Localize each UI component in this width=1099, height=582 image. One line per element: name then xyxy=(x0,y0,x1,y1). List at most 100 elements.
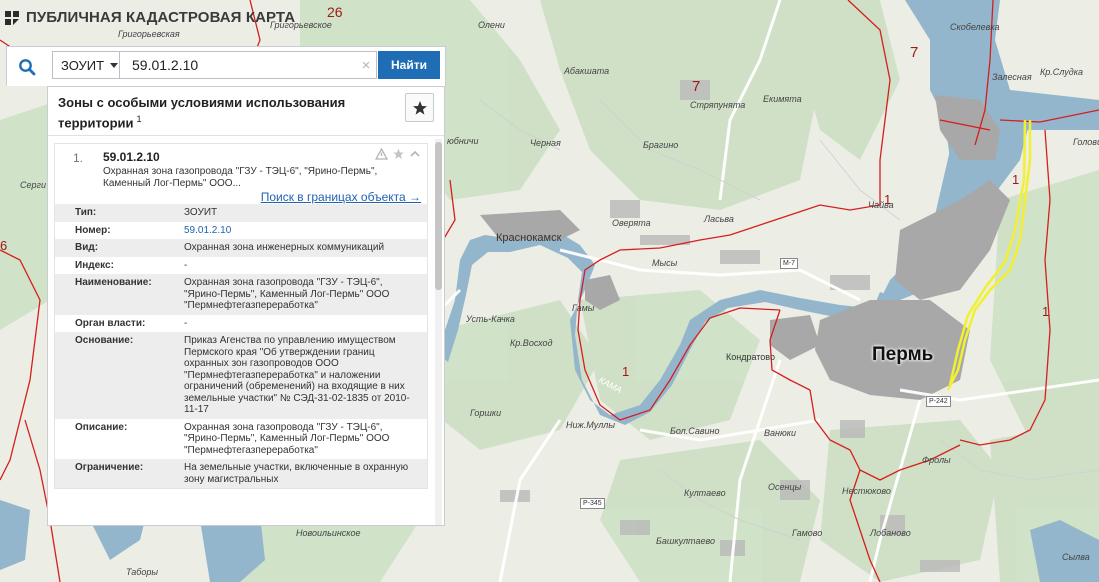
zone-number-7b: 7 xyxy=(910,44,919,61)
star-icon[interactable] xyxy=(392,148,405,160)
property-row: Ограничение: На земельные участки, включе… xyxy=(55,459,427,488)
map-label-gamovo: Гамово xyxy=(792,528,823,538)
app-title: ПУБЛИЧНАЯ КАДАСТРОВАЯ КАРТА xyxy=(26,9,296,26)
zone-number-6: 6 xyxy=(0,238,8,253)
clear-icon[interactable]: × xyxy=(356,57,376,74)
property-key: Индекс: xyxy=(75,259,114,271)
property-row: Орган власти: - xyxy=(55,315,427,333)
search-within-object-link[interactable]: Поиск в границах объекта → xyxy=(261,190,421,204)
scrollbar-thumb[interactable] xyxy=(435,142,442,290)
map-label-ekimyata: Екимята xyxy=(763,94,802,104)
map-label-perm: Пермь xyxy=(872,344,934,365)
map-label-stryapunyata: Стряпунята xyxy=(690,100,746,110)
zone-number-1d: 1 xyxy=(622,364,630,379)
zone-number-1b: 1 xyxy=(1012,172,1020,187)
search-field: ЗОУИТ × xyxy=(52,51,377,79)
property-row: Номер: 59.01.2.10 xyxy=(55,222,427,240)
results-list: 1. 59.01.2.10 Охранная зона газопровода … xyxy=(48,137,434,525)
property-key: Основание: xyxy=(55,332,178,419)
property-value: Приказ Агенства по управлению имуществом… xyxy=(178,332,427,419)
map-label-kr-sludka: Кр.Слудка xyxy=(1040,67,1084,77)
map-label-sergi: Серги xyxy=(20,180,46,190)
property-row: Основание: Приказ Агенства по управлению … xyxy=(55,332,427,419)
property-value-link[interactable]: 59.01.2.10 xyxy=(184,225,231,236)
result-actions xyxy=(375,148,421,160)
property-key: Описание: xyxy=(75,421,128,433)
rosreestr-logo-icon xyxy=(5,10,19,25)
property-key: Ограничение: xyxy=(55,459,178,488)
map-label-kultaevo: Култаево xyxy=(684,488,726,498)
property-row: Описание: Охранная зона газопровода "ГЗУ … xyxy=(55,419,427,460)
property-value: На земельные участки, включенные в охран… xyxy=(178,459,427,488)
map-label-skobelevka: Скобелевка xyxy=(950,22,1000,32)
map-label-nizh-mully: Ниж.Муллы xyxy=(566,420,615,430)
map-label-golovino: Голови xyxy=(1073,137,1099,147)
map-label-lasva: Ласьва xyxy=(704,214,734,224)
map-label-bol-savino: Бол.Савино xyxy=(670,426,720,436)
search-type-label: ЗОУИТ xyxy=(61,57,105,73)
map-label-gamy: Гамы xyxy=(572,303,595,313)
map-label-krasnokamsk: Краснокамск xyxy=(496,232,562,244)
map-label-ust-kachka: Усть-Качка xyxy=(466,314,515,324)
map-label-oleni: Олени xyxy=(478,20,505,30)
map-label-kr-voskhod: Кр.Восход xyxy=(510,338,553,348)
search-input[interactable] xyxy=(120,52,356,78)
favorite-button[interactable] xyxy=(405,93,434,122)
results-panel-header: Зоны с особыми условиями использования т… xyxy=(48,87,444,136)
result-item[interactable]: 1. 59.01.2.10 Охранная зона газопровода … xyxy=(54,143,428,489)
property-key: Вид: xyxy=(55,239,178,257)
search-bar: ЗОУИТ × Найти xyxy=(6,46,446,86)
map-label-mysy: Мысы xyxy=(652,258,678,268)
map-label-novoilinskoe: Новоильинское xyxy=(296,528,361,538)
map-label-sylva: Сылва xyxy=(1062,552,1090,562)
results-count: 1 xyxy=(136,114,142,124)
map-label-vanyuki: Ванюки xyxy=(764,428,796,438)
map-label-chernaya: Черная xyxy=(530,138,561,148)
map-label-bragino: Брагино xyxy=(643,140,679,150)
map-label-jubnichi: юбничи xyxy=(447,136,479,146)
road-shield-m7: М-7 xyxy=(780,258,799,269)
property-key: Номер: xyxy=(75,224,111,236)
chevron-down-icon xyxy=(110,63,119,68)
chevron-up-icon[interactable] xyxy=(409,148,421,160)
map-label-bashkultaevo: Башкултаево xyxy=(656,536,715,546)
map-label-osentsy: Осенцы xyxy=(768,482,802,492)
property-key: Наименование: xyxy=(55,274,178,315)
result-id[interactable]: 59.01.2.10 xyxy=(103,150,417,164)
property-row: Тип: ЗОУИТ xyxy=(55,204,427,222)
results-panel: Зоны с особыми условиями использования т… xyxy=(47,86,445,526)
search-icon[interactable] xyxy=(7,47,47,87)
warning-icon[interactable] xyxy=(375,148,388,160)
zone-number-26: 26 xyxy=(327,4,343,20)
map-label-lobanovo: Лобаново xyxy=(870,528,911,538)
map-label-froly: Фролы xyxy=(922,455,951,465)
zone-number-1a: 1 xyxy=(884,192,892,207)
property-value: ЗОУИТ xyxy=(178,204,427,222)
property-key: Орган власти: xyxy=(75,317,146,329)
map-label-abakshata: Абакшата xyxy=(564,66,610,76)
search-type-select[interactable]: ЗОУИТ xyxy=(53,52,120,78)
app-header: ПУБЛИЧНАЯ КАДАСТРОВАЯ КАРТА xyxy=(4,9,295,26)
property-row: Индекс: - xyxy=(55,257,427,275)
property-value: Охранная зона газопровода "ГЗУ - ТЭЦ-6",… xyxy=(178,274,427,315)
map-label-grigorievskaya: Григорьевская xyxy=(118,29,180,39)
map-label-tabory: Таборы xyxy=(126,567,159,577)
property-row: Наименование: Охранная зона газопровода "… xyxy=(55,274,427,315)
map-label-kondratovo: Кондратово xyxy=(726,352,775,362)
property-row: Вид: Охранная зона инженерных коммуникаци… xyxy=(55,239,427,257)
map-label-gorshki: Горшки xyxy=(470,408,502,418)
results-panel-title: Зоны с особыми условиями использования т… xyxy=(58,95,346,131)
result-index: 1. xyxy=(73,151,84,165)
result-description: Охранная зона газопровода "ГЗУ - ТЭЦ-6",… xyxy=(103,166,378,189)
map-label-zalesnaya: Залесная xyxy=(992,72,1032,82)
property-value: Охранная зона инженерных коммуникаций xyxy=(178,239,427,257)
road-shield-p242: Р-242 xyxy=(926,396,951,407)
map-label-oveyata: Оверята xyxy=(612,218,651,228)
property-value: - xyxy=(184,317,188,329)
zone-number-7a: 7 xyxy=(692,78,701,95)
property-value: Охранная зона газопровода "ГЗУ - ТЭЦ-6",… xyxy=(184,421,390,456)
property-key: Тип: xyxy=(55,204,178,222)
find-button[interactable]: Найти xyxy=(378,51,440,79)
road-shield-p345: Р-345 xyxy=(580,498,605,509)
result-properties: Тип: ЗОУИТ Номер: 59.01.2.10 Вид: Охранная … xyxy=(55,204,427,488)
